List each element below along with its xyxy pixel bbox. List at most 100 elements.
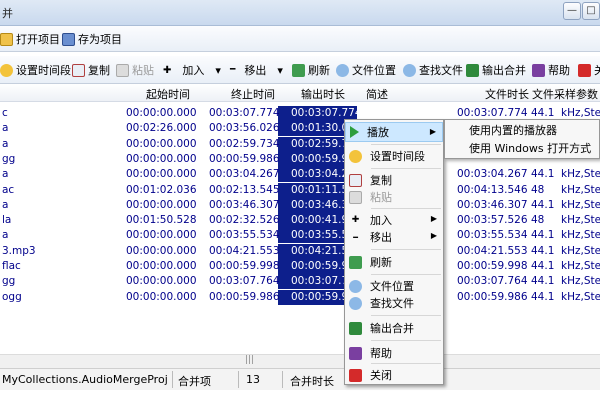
- cell-start: 00:01:50.528: [126, 214, 197, 227]
- table-row[interactable]: a 00:00:00.000 00:03:46.307 00:03:46.3 00:03…: [0, 197, 600, 213]
- scrollbar-grip[interactable]: |||: [245, 355, 254, 365]
- column-header: 起始时间 终止时间 输出时长 简述 文件时长 文件采样参数: [0, 84, 600, 102]
- cell-start: 00:02:26.000: [126, 122, 197, 135]
- cell-rate: 44.1: [531, 168, 555, 181]
- output-merge-button[interactable]: 输出合并: [466, 60, 526, 80]
- cell-end: 00:03:46.307: [209, 198, 280, 211]
- status-project-name: MyCollections.AudioMergeProj: [2, 373, 168, 386]
- menu-item-help[interactable]: 帮助: [345, 343, 443, 363]
- menu-play-label: 播放: [367, 126, 389, 139]
- cell-end: 00:03:56.026: [209, 122, 280, 135]
- save-as-project-label: 存为项目: [78, 33, 122, 46]
- cell-out: 00:00:41.9: [291, 214, 349, 227]
- menu-item-remove[interactable]: ━ 移出 ▶: [345, 227, 443, 247]
- add-dropdown-icon[interactable]: ▾: [215, 64, 221, 77]
- cell-end: 00:03:55.534: [209, 229, 280, 242]
- submenu-arrow-icon: ▶: [430, 231, 437, 240]
- menu-output-merge-label: 输出合并: [370, 322, 414, 335]
- remove-dropdown-icon[interactable]: ▾: [277, 64, 283, 77]
- table-row[interactable]: a 00:00:00.000 00:03:04.267 00:03:04.2 00:03…: [0, 167, 600, 183]
- copy-button[interactable]: 复制: [72, 60, 110, 80]
- table-row[interactable]: gg 00:00:00.000 00:03:07.764 00:03:07.7 00:0…: [0, 274, 600, 290]
- help-button[interactable]: 帮助: [532, 60, 570, 80]
- horizontal-scrollbar[interactable]: |||: [0, 354, 600, 368]
- menu-add-label: 加入: [370, 214, 392, 227]
- set-time-range-button[interactable]: 设置时间段: [0, 60, 71, 80]
- add-button[interactable]: ✚ 加入 ▾: [163, 60, 221, 80]
- submenu-windows-open-with[interactable]: 使用 Windows 打开方式: [445, 139, 599, 158]
- cell-rate: 44.1: [531, 244, 555, 257]
- minimize-button[interactable]: —: [563, 2, 581, 20]
- menu-item-close[interactable]: 关闭: [345, 365, 443, 385]
- cell-out: 00:00:59.9: [291, 152, 349, 165]
- close-icon: [349, 368, 362, 382]
- close-button[interactable]: 关: [578, 60, 600, 80]
- cell-fdur: 00:03:55.534: [457, 229, 528, 242]
- help-book-icon: [532, 63, 545, 77]
- col-end[interactable]: 终止时间: [231, 86, 275, 102]
- cell-name: c: [2, 107, 8, 119]
- cell-fdur: 00:04:13.546: [457, 183, 528, 196]
- cell-out: 00:01:11.5: [291, 183, 349, 196]
- find-file-label: 查找文件: [419, 64, 463, 77]
- table-row[interactable]: 3.mp3 00:00:00.000 00:04:21.553 00:04:21.5 0…: [0, 243, 600, 259]
- maximize-button[interactable]: □: [582, 2, 600, 20]
- menu-separator: [371, 168, 441, 169]
- menu-find-file-label: 查找文件: [370, 297, 414, 310]
- col-sample-params[interactable]: 文件采样参数: [532, 86, 598, 102]
- table-row[interactable]: flac 00:00:00.000 00:00:59.998 00:00:59.9 00…: [0, 259, 600, 274]
- menu-file-location-label: 文件位置: [370, 280, 414, 293]
- menu-item-find-file[interactable]: 查找文件: [345, 293, 443, 313]
- cell-rate: 44.1: [531, 275, 555, 288]
- menu-separator: [371, 315, 441, 316]
- col-start[interactable]: 起始时间: [146, 86, 190, 102]
- cell-name: a: [2, 122, 9, 135]
- cell-out: 00:04:21.5: [291, 244, 349, 257]
- find-file-button[interactable]: 查找文件: [403, 60, 463, 80]
- close-label: 关: [594, 64, 600, 77]
- menu-item-play[interactable]: 播放 ▶: [345, 122, 443, 142]
- file-location-button[interactable]: 文件位置: [336, 60, 396, 80]
- open-project-button[interactable]: 打开项目: [0, 29, 60, 49]
- menu-help-label: 帮助: [370, 347, 392, 360]
- cell-name: a: [2, 229, 9, 242]
- col-file-duration[interactable]: 文件时长: [485, 86, 529, 102]
- cell-params: kHz,Stere: [561, 198, 600, 211]
- cell-start: 00:00:00.000: [126, 275, 197, 288]
- col-output-duration[interactable]: 输出时长: [301, 86, 345, 102]
- cell-out: 00:03:07.774: [291, 107, 362, 119]
- menu-item-paste[interactable]: 粘贴: [345, 187, 443, 207]
- menu-remove-label: 移出: [370, 231, 392, 244]
- table-row[interactable]: la 00:01:50.528 00:02:32.526 00:00:41.9 00:0…: [0, 213, 600, 229]
- cell-out: 00:03:04.2: [291, 168, 349, 181]
- cell-end: 00:03:04.267: [209, 168, 280, 181]
- cell-rate: 48: [531, 214, 545, 227]
- table-row[interactable]: ogg 00:00:00.000 00:00:59.986 00:00:59.9 00:…: [0, 289, 600, 305]
- paste-icon: [349, 190, 362, 204]
- menu-item-refresh[interactable]: 刷新: [345, 252, 443, 272]
- cell-name: 3.mp3: [2, 244, 36, 257]
- table-row[interactable]: a 00:00:00.000 00:03:55.534 00:03:55.5 00:03…: [0, 228, 600, 244]
- menu-item-output-merge[interactable]: 输出合并: [345, 318, 443, 338]
- save-as-project-button[interactable]: 存为项目: [62, 29, 122, 49]
- paste-button[interactable]: 粘贴: [116, 60, 154, 80]
- cell-params: kHz,Stere: [561, 290, 600, 303]
- refresh-button[interactable]: 刷新: [292, 60, 330, 80]
- title-bar: 并 — □: [0, 0, 600, 26]
- submenu-builtin-player[interactable]: 使用内置的播放器: [445, 121, 599, 140]
- edit-toolbar: 设置时间段 复制 粘贴 ✚ 加入 ▾ ━ 移出 ▾ 刷新 文件位置 查找文件 输…: [0, 56, 600, 84]
- remove-button[interactable]: ━ 移出 ▾: [230, 60, 283, 80]
- clock-icon: [0, 63, 13, 77]
- menu-refresh-label: 刷新: [370, 256, 392, 269]
- cell-start: 00:00:00.000: [126, 107, 197, 119]
- save-icon: [62, 32, 75, 46]
- table-row[interactable]: ac 00:01:02.036 00:02:13.545 00:01:11.5 00:0…: [0, 182, 600, 198]
- cell-name: a: [2, 137, 9, 150]
- cell-fdur: 00:04:21.553: [457, 244, 528, 257]
- col-description[interactable]: 简述: [366, 86, 388, 102]
- menu-item-set-time-range[interactable]: 设置时间段: [345, 146, 443, 166]
- menu-separator: [371, 249, 441, 250]
- cell-end: 00:03:07.774: [209, 107, 280, 119]
- magnifier-icon: [349, 279, 362, 293]
- paste-icon: [116, 63, 129, 77]
